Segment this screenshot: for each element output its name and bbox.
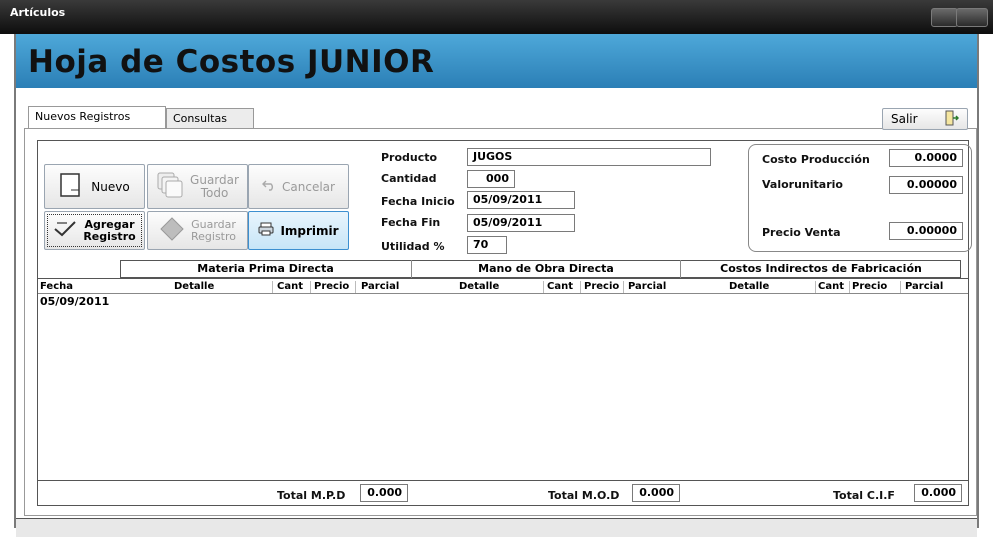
table-row-fecha[interactable]: 05/09/2011	[40, 296, 109, 308]
agregar-registro-button[interactable]: Agregar Registro	[44, 211, 145, 250]
col-mpd-detalle[interactable]: Detalle	[174, 281, 214, 293]
imprimir-label: Imprimir	[280, 223, 339, 238]
cancelar-button[interactable]: Cancelar	[248, 164, 349, 209]
divider	[900, 281, 901, 293]
data-grid[interactable]	[38, 278, 968, 481]
nuevo-label: Nuevo	[91, 179, 130, 194]
guardar-registro-label-2: Registro	[190, 229, 236, 243]
agregar-label-2: Registro	[83, 229, 136, 243]
window-title: Artículos	[10, 6, 66, 19]
total-cif-label: Total C.I.F	[833, 489, 895, 502]
new-document-icon	[59, 171, 85, 202]
minimize-button[interactable]	[931, 8, 958, 27]
cantidad-field[interactable]: 000	[467, 170, 515, 188]
col-cif-precio[interactable]: Precio	[852, 281, 887, 293]
col-mpd-cant[interactable]: Cant	[277, 281, 303, 293]
valor-unitario-label: Valorunitario	[762, 178, 843, 191]
producto-field[interactable]: JUGOS	[467, 148, 711, 166]
utilidad-field[interactable]: 70	[467, 236, 507, 254]
costos-indirectos-header: Costos Indirectos de Fabricación	[720, 262, 922, 275]
divider	[310, 281, 311, 293]
status-strip	[16, 518, 977, 537]
guardar-todo-label: Guardar	[190, 172, 239, 187]
divider	[815, 281, 816, 293]
page-header: Hoja de Costos JUNIOR	[16, 34, 977, 88]
mano-obra-header: Mano de Obra Directa	[478, 262, 614, 275]
costo-produccion-label: Costo Producción	[762, 153, 870, 166]
exit-button[interactable]: Salir	[882, 108, 968, 130]
valor-unitario-field[interactable]: 0.00000	[889, 176, 963, 194]
total-mpd-field[interactable]: 0.000	[360, 484, 408, 502]
tab-label: Nuevos Registros	[35, 110, 131, 123]
col-mod-cant[interactable]: Cant	[547, 281, 573, 293]
col-mpd-precio[interactable]: Precio	[314, 281, 349, 293]
col-cif-parcial[interactable]: Parcial	[905, 281, 943, 293]
divider	[849, 281, 850, 293]
fecha-inicio-field[interactable]: 05/09/2011	[467, 191, 575, 209]
col-mpd-parcial[interactable]: Parcial	[361, 281, 399, 293]
col-cif-cant[interactable]: Cant	[818, 281, 844, 293]
fecha-fin-field[interactable]: 05/09/2011	[467, 214, 575, 232]
tab-consultas[interactable]: Consultas	[166, 108, 254, 128]
exit-label: Salir	[891, 112, 918, 126]
total-mod-field[interactable]: 0.000	[632, 484, 680, 502]
fecha-inicio-label: Fecha Inicio	[381, 195, 455, 208]
total-cif-field[interactable]: 0.000	[914, 484, 962, 502]
divider	[355, 281, 356, 293]
window-title-bar: Artículos	[0, 0, 993, 34]
precio-venta-field[interactable]: 0.00000	[889, 222, 963, 240]
tab-label: Consultas	[173, 112, 227, 125]
costo-produccion-field[interactable]: 0.0000	[889, 149, 963, 167]
producto-label: Producto	[381, 151, 438, 164]
utilidad-label: Utilidad %	[381, 240, 445, 253]
col-fecha[interactable]: Fecha	[40, 281, 73, 293]
page-title: Hoja de Costos JUNIOR	[28, 44, 435, 80]
divider	[543, 281, 544, 293]
undo-icon	[262, 179, 276, 194]
save-record-icon	[159, 216, 185, 245]
check-add-icon	[53, 219, 77, 242]
tab-nuevos-registros[interactable]: Nuevos Registros	[28, 106, 166, 128]
fecha-fin-label: Fecha Fin	[381, 216, 441, 229]
guardar-registro-label: Guardar	[191, 217, 236, 231]
divider	[580, 281, 581, 293]
divider	[272, 281, 273, 293]
imprimir-button[interactable]: Imprimir	[248, 211, 349, 250]
col-mod-parcial[interactable]: Parcial	[628, 281, 666, 293]
cantidad-label: Cantidad	[381, 172, 437, 185]
agregar-label: Agregar	[84, 217, 135, 231]
guardar-todo-button[interactable]: Guardar Todo	[147, 164, 248, 209]
maximize-button[interactable]	[956, 8, 988, 27]
total-mod-label: Total M.O.D	[548, 489, 620, 502]
col-mod-precio[interactable]: Precio	[584, 281, 619, 293]
total-mpd-label: Total M.P.D	[277, 489, 346, 502]
printer-icon	[258, 222, 274, 239]
save-all-icon	[156, 171, 184, 202]
col-mod-detalle[interactable]: Detalle	[459, 281, 499, 293]
precio-venta-label: Precio Venta	[762, 226, 841, 239]
materia-prima-header: Materia Prima Directa	[197, 262, 334, 275]
guardar-registro-button[interactable]: Guardar Registro	[147, 211, 248, 250]
exit-door-icon	[945, 110, 960, 129]
col-cif-detalle[interactable]: Detalle	[729, 281, 769, 293]
guardar-todo-label-2: Todo	[200, 185, 229, 200]
nuevo-button[interactable]: Nuevo	[44, 164, 145, 209]
divider	[623, 281, 624, 293]
cancelar-label: Cancelar	[282, 179, 335, 194]
